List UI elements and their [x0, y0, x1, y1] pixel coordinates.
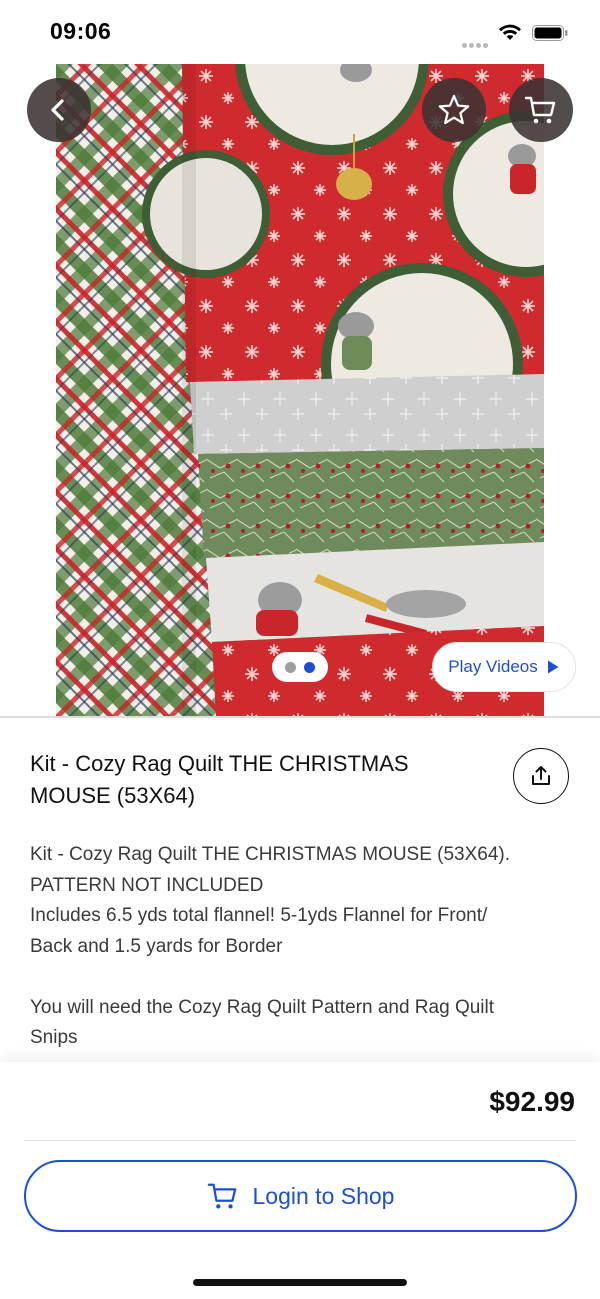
gallery-pager[interactable]	[272, 652, 328, 682]
play-icon	[547, 660, 559, 674]
play-videos-button[interactable]: Play Videos	[432, 642, 576, 692]
product-title: Kit - Cozy Rag Quilt THE CHRISTMAS MOUSE…	[30, 751, 409, 808]
product-price: $92.99	[489, 1086, 575, 1117]
cart-icon	[207, 1183, 236, 1209]
description-line: Back and 1.5 yards for Border	[30, 935, 283, 957]
battery-icon	[532, 25, 568, 41]
product-description: Kit - Cozy Rag Quilt THE CHRISTMAS MOUSE…	[30, 840, 570, 1054]
login-to-shop-button[interactable]: Login to Shop	[24, 1160, 577, 1232]
description-line: Includes 6.5 yds total flannel! 5-1yds F…	[30, 905, 488, 926]
cart-icon	[524, 96, 556, 124]
signal-icon	[462, 35, 490, 48]
pager-dot[interactable]	[285, 661, 296, 673]
price-divider	[24, 1140, 576, 1141]
wifi-icon	[499, 24, 521, 40]
pager-dot-active[interactable]	[304, 661, 315, 673]
description-line: You will need the Cozy Rag Quilt Pattern…	[30, 996, 495, 1018]
share-icon	[532, 766, 550, 785]
favorite-button[interactable]	[422, 78, 486, 142]
play-videos-label: Play Videos	[448, 657, 538, 676]
description-line: Kit - Cozy Rag Quilt THE CHRISTMAS MOUSE…	[30, 844, 511, 865]
image-divider	[0, 716, 600, 718]
star-icon	[438, 94, 470, 125]
share-button[interactable]	[513, 748, 569, 804]
description-line: Snips	[30, 1027, 78, 1048]
status-time: 09:06	[50, 18, 112, 44]
description-line: PATTERN NOT INCLUDED	[30, 874, 264, 896]
status-bar: 09:06	[0, 0, 600, 64]
cart-button[interactable]	[509, 78, 573, 142]
product-image[interactable]	[56, 64, 544, 716]
chevron-left-icon	[51, 99, 64, 121]
back-button[interactable]	[27, 78, 91, 142]
login-label: Login to Shop	[252, 1182, 395, 1209]
home-indicator[interactable]	[193, 1279, 407, 1286]
